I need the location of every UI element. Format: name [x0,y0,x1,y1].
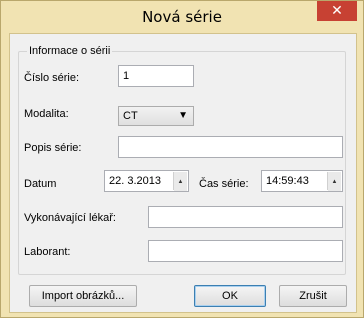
lab-technician-field[interactable] [148,240,343,262]
ok-button[interactable]: OK [194,285,266,307]
title-bar[interactable]: Nová série ✕ [1,1,363,33]
group-legend: Informace o sérii [27,45,113,57]
date-picker[interactable]: 22. 3.2013 ▲ ▼ [104,170,189,192]
cancel-button[interactable]: Zrušit [279,285,347,307]
series-description-field[interactable] [118,136,343,158]
spin-arrows-icon[interactable]: ▲ ▼ [327,172,341,191]
series-number-label: Číslo série: [24,72,80,84]
dialog-window: Nová série ✕ Informace o sérii Číslo sér… [0,0,364,318]
spin-up-icon[interactable]: ▲ [174,172,187,191]
spin-arrows-icon[interactable]: ▲ ▼ [173,172,187,191]
physician-field[interactable] [148,206,343,228]
time-value: 14:59:43 [266,175,309,187]
physician-label: Vykonávající lékař: [24,212,116,224]
time-picker[interactable]: 14:59:43 ▲ ▼ [261,170,343,192]
date-label: Datum [24,178,57,190]
modality-value: CT [123,110,138,122]
series-number-field[interactable]: 1 [118,65,194,87]
time-label: Čas série: [199,178,249,190]
spin-up-icon[interactable]: ▲ [328,172,341,191]
close-icon: ✕ [331,3,343,19]
lab-technician-label: Laborant: [24,246,71,258]
modality-label: Modalita: [24,108,69,120]
date-value: 22. 3.2013 [109,175,161,187]
chevron-down-icon: ▼ [178,110,188,121]
series-description-label: Popis série: [24,142,82,154]
import-images-button[interactable]: Import obrázků... [29,285,137,307]
modality-select[interactable]: CT ▼ [118,106,194,126]
close-button[interactable]: ✕ [317,1,357,21]
window-title: Nová série [142,8,222,26]
